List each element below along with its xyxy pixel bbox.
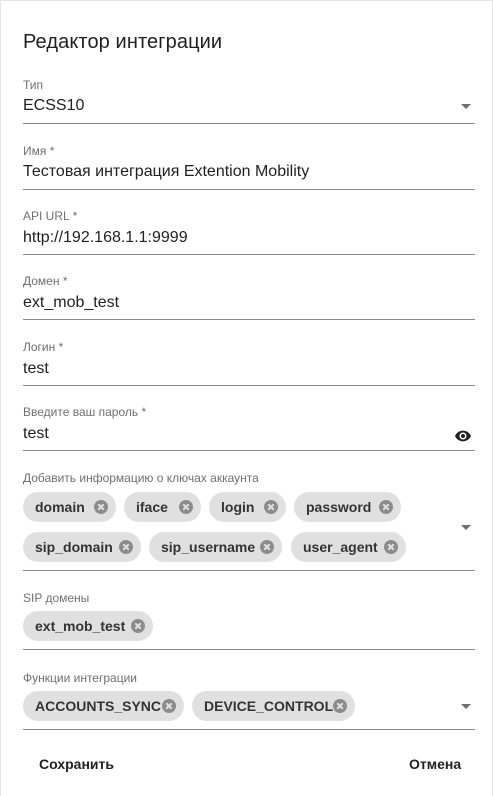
functions-label: Функции интеграции (23, 671, 137, 685)
chip-sip-username[interactable]: sip_username (149, 532, 282, 562)
functions-select[interactable]: Функции интеграции ACCOUNTS_SYNC DEVICE_… (23, 669, 475, 730)
domain-label: Домен * (23, 274, 68, 288)
chevron-down-icon[interactable] (461, 704, 471, 709)
chip-label: login (221, 499, 255, 515)
name-label: Имя * (23, 144, 55, 158)
login-input[interactable]: test (23, 360, 49, 378)
login-label: Логин * (23, 340, 64, 354)
chevron-down-icon[interactable] (461, 525, 471, 530)
api-url-input[interactable]: http://192.168.1.1:9999 (23, 229, 188, 247)
chip-iface[interactable]: iface (124, 492, 201, 522)
domain-field[interactable]: Домен * ext_mob_test (23, 273, 475, 320)
chip-label: ACCOUNTS_SYNC (35, 698, 162, 714)
chip-device-control[interactable]: DEVICE_CONTROL (192, 691, 355, 721)
chip-label: iface (136, 499, 168, 515)
password-field[interactable]: Введите ваш пароль * test (23, 404, 475, 451)
chip-label: sip_username (161, 539, 256, 555)
domain-input[interactable]: ext_mob_test (23, 294, 119, 312)
password-input[interactable]: test (23, 425, 49, 443)
remove-chip-icon[interactable] (260, 540, 274, 554)
remove-chip-icon[interactable] (119, 540, 133, 554)
chip-label: domain (35, 499, 85, 515)
chip-login[interactable]: login (209, 492, 286, 522)
chip-domain[interactable]: domain (23, 492, 116, 522)
chip-label: sip_domain (35, 539, 113, 555)
cancel-button[interactable]: Отмена (409, 756, 461, 772)
eye-icon[interactable] (455, 430, 471, 442)
sip-domains-field[interactable]: SIP домены ext_mob_test (23, 589, 475, 650)
remove-chip-icon[interactable] (179, 500, 193, 514)
type-select[interactable]: Тип ECSS10 (23, 77, 475, 124)
remove-chip-icon[interactable] (94, 500, 108, 514)
chip-label: user_agent (303, 539, 378, 555)
chip-user-agent[interactable]: user_agent (291, 532, 406, 562)
remove-chip-icon[interactable] (333, 699, 347, 713)
remove-chip-icon[interactable] (264, 500, 278, 514)
chip-label: password (306, 499, 372, 515)
chip-password[interactable]: password (294, 492, 401, 522)
chip-sip-domain[interactable]: sip_domain (23, 532, 141, 562)
chip-ext-mob-test[interactable]: ext_mob_test (23, 611, 153, 641)
remove-chip-icon[interactable] (162, 699, 176, 713)
dialog-title: Редактор интеграции (23, 31, 223, 53)
chip-accounts-sync[interactable]: ACCOUNTS_SYNC (23, 691, 184, 721)
remove-chip-icon[interactable] (379, 500, 393, 514)
password-label: Введите ваш пароль * (23, 405, 147, 419)
sip-domains-label: SIP домены (23, 591, 90, 605)
type-value: ECSS10 (23, 97, 85, 114)
api-url-field[interactable]: API URL * http://192.168.1.1:9999 (23, 208, 475, 255)
chip-label: DEVICE_CONTROL (204, 698, 334, 714)
integration-editor-dialog: Редактор интеграции Тип ECSS10 Имя * Тес… (0, 0, 493, 796)
api-url-label: API URL * (23, 209, 78, 223)
chevron-down-icon[interactable] (461, 104, 471, 109)
chip-label: ext_mob_test (35, 618, 126, 634)
save-button[interactable]: Сохранить (39, 756, 114, 772)
account-keys-label: Добавить информацию о ключах аккаунта (23, 471, 259, 485)
name-field[interactable]: Имя * Тестовая интеграция Extention Mobi… (23, 143, 475, 190)
name-input[interactable]: Тестовая интеграция Extention Mobility (23, 163, 309, 181)
remove-chip-icon[interactable] (131, 619, 145, 633)
account-keys-select[interactable]: Добавить информацию о ключах аккаунта do… (23, 470, 475, 571)
remove-chip-icon[interactable] (384, 540, 398, 554)
login-field[interactable]: Логин * test (23, 339, 475, 386)
type-label: Тип (23, 78, 44, 92)
